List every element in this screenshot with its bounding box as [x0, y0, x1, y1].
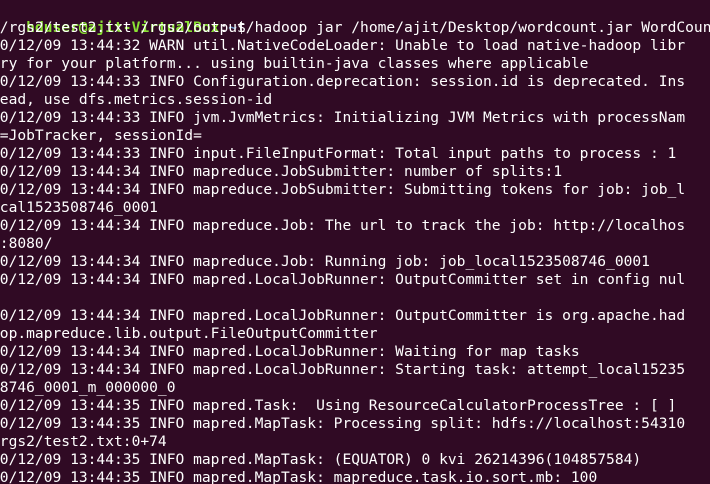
- command-text: hadoop jar /home/ajit/Desktop/wordcount.…: [254, 19, 710, 36]
- output-line: 20/12/09 13:44:34 INFO mapreduce.JobSubm…: [0, 163, 563, 180]
- output-line: 20/12/09 13:44:33 INFO Configuration.dep…: [0, 73, 686, 90]
- output-line: 20/12/09 13:44:35 INFO mapred.Task: Usin…: [0, 397, 677, 414]
- output-line: 08746_0001_m_000000_0: [0, 379, 176, 396]
- output-line: 20/12/09 13:44:33 INFO jvm.JvmMetrics: I…: [0, 109, 686, 126]
- output-line: 20/12/09 13:44:34 INFO mapred.LocalJobRu…: [0, 271, 686, 288]
- prompt-line: hduser@ajit-VirtualBox:~$ hadoop jar /ho…: [0, 1, 710, 36]
- output-line: 20/12/09 13:44:35 INFO mapred.MapTask: (…: [0, 451, 642, 468]
- output-line: /rgs2/test2.txt:0+74: [0, 433, 167, 450]
- output-line: 20/12/09 13:44:35 INFO mapred.MapTask: P…: [0, 415, 686, 432]
- output-line: 20/12/09 13:44:34 INFO mapred.LocalJobRu…: [0, 307, 686, 324]
- output-line: 20/12/09 13:44:34 INFO mapred.LocalJobRu…: [0, 343, 580, 360]
- output-line: ocal1523508746_0001: [0, 199, 158, 216]
- output-line: 20/12/09 13:44:34 INFO mapreduce.Job: Th…: [0, 217, 686, 234]
- output-line: 20/12/09 13:44:35 INFO mapred.MapTask: m…: [0, 469, 598, 484]
- output-line: ary for your platform... using builtin-j…: [0, 55, 589, 72]
- terminal-window[interactable]: hduser@ajit-VirtualBox:~$ hadoop jar /ho…: [0, 0, 710, 484]
- output-line: 20/12/09 13:44:34 INFO mapred.LocalJobRu…: [0, 361, 686, 378]
- output-line: tead, use dfs.metrics.session-id: [0, 91, 273, 108]
- output-line: 20/12/09 13:44:32 WARN util.NativeCodeLo…: [0, 37, 686, 54]
- output-line: 20/12/09 13:44:33 INFO input.FileInputFo…: [0, 145, 677, 162]
- output-line: oop.mapreduce.lib.output.FileOutputCommi…: [0, 325, 378, 342]
- output-line: e=JobTracker, sessionId=: [0, 127, 202, 144]
- output-line: /rgs2/test2.txt /rgs2/output/: [0, 19, 255, 36]
- output-line: t:8080/: [0, 235, 53, 252]
- output-line: 20/12/09 13:44:34 INFO mapreduce.Job: Ru…: [0, 253, 650, 270]
- output-line: 20/12/09 13:44:34 INFO mapreduce.JobSubm…: [0, 181, 686, 198]
